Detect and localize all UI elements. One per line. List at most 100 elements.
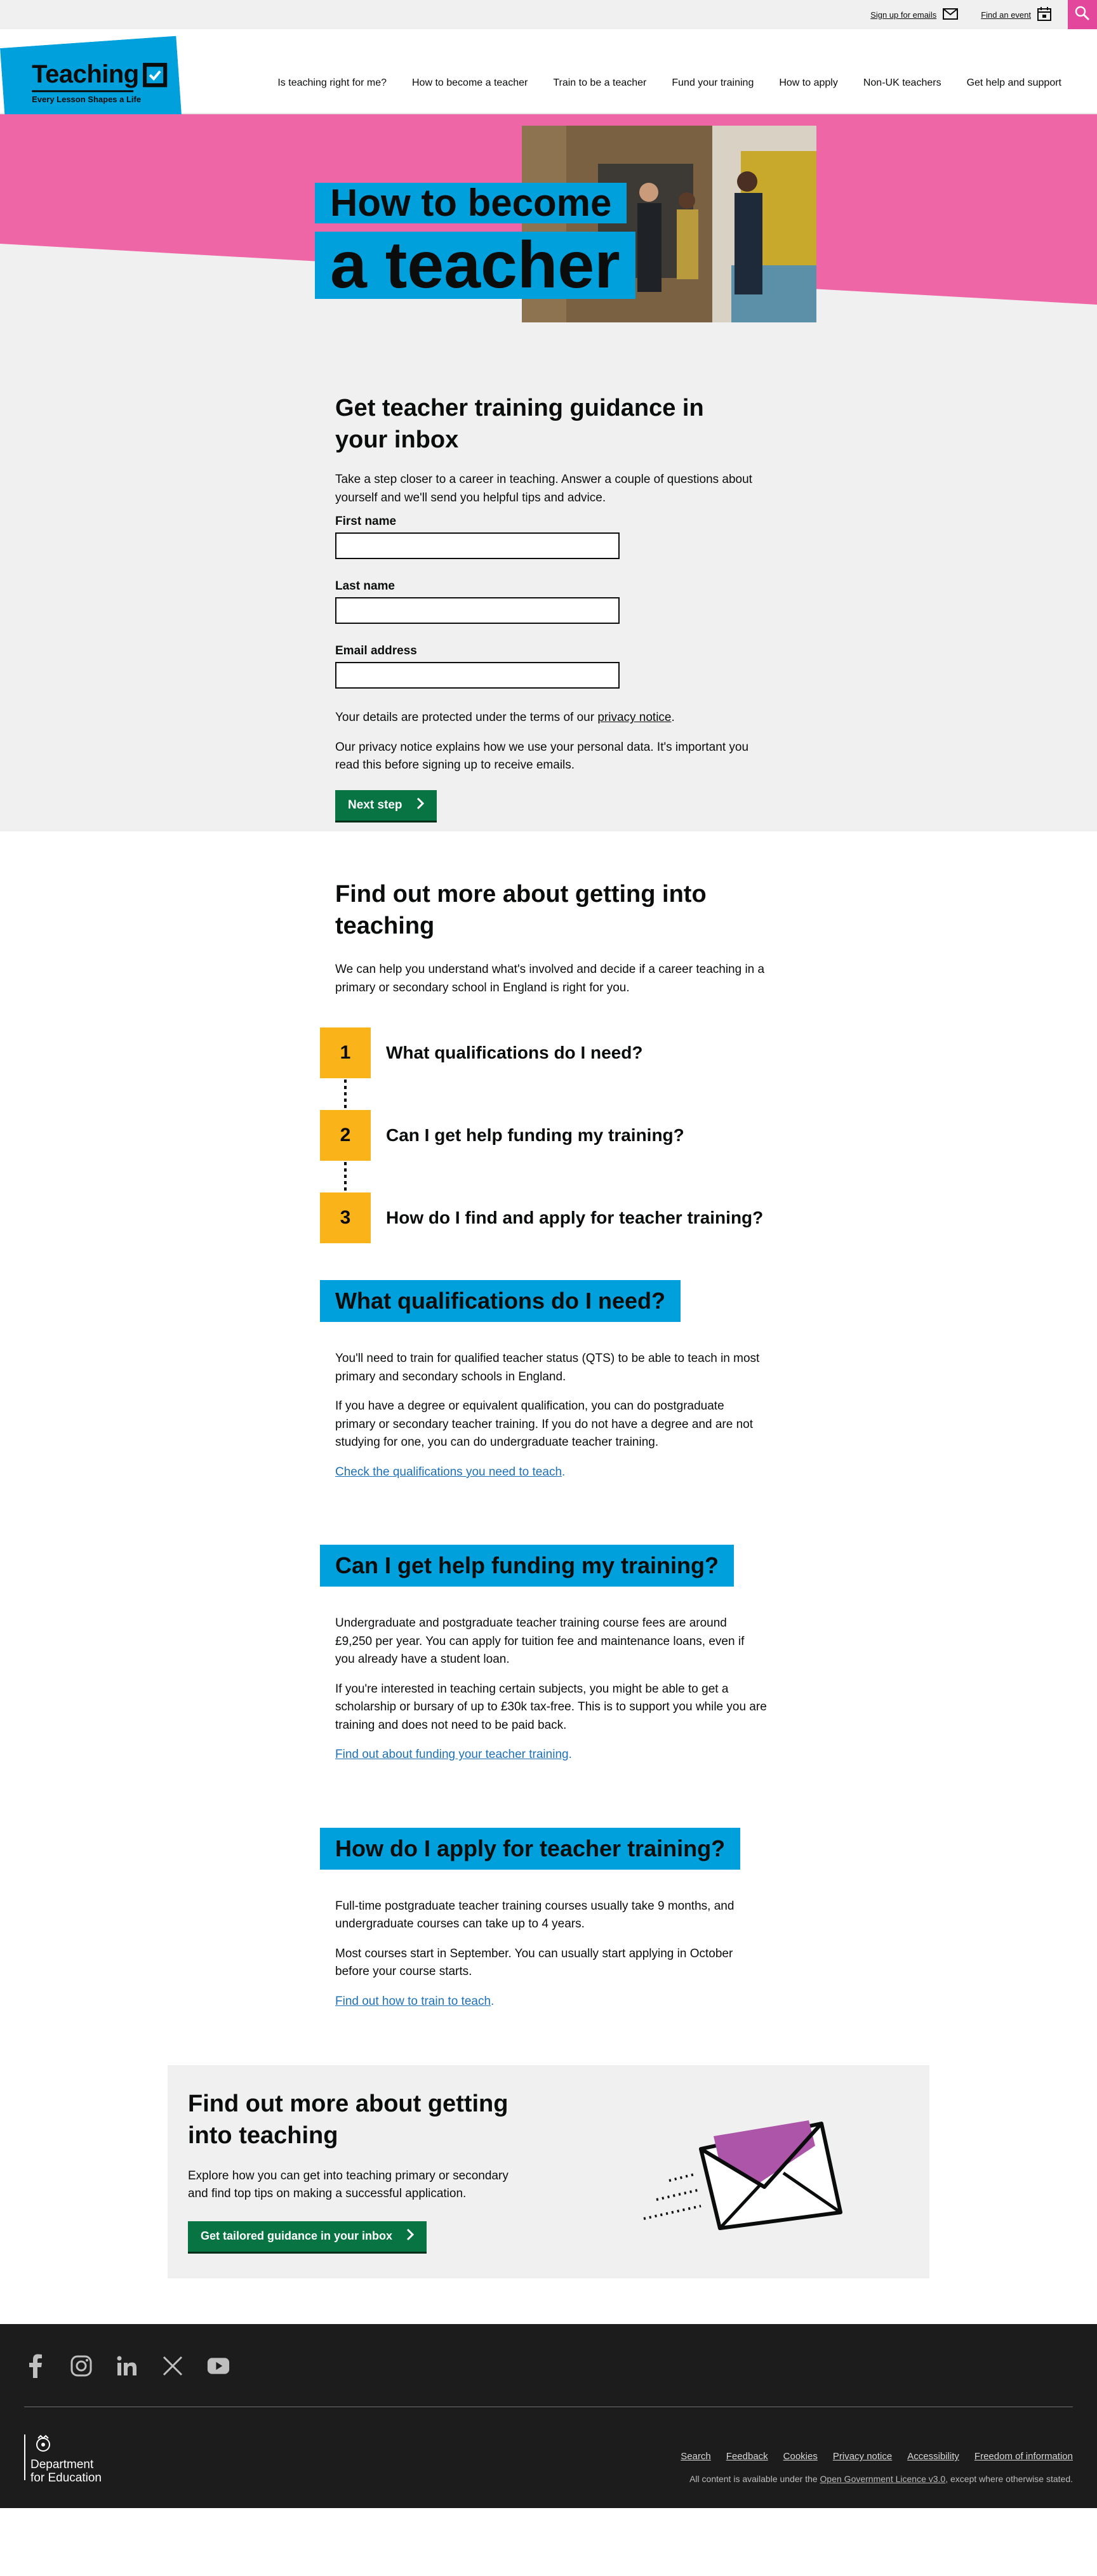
x-icon[interactable]	[161, 2355, 184, 2377]
qualifications-link[interactable]: Check the qualifications you need to tea…	[335, 1465, 562, 1479]
envelope-icon	[943, 8, 959, 22]
chevron-right-icon	[416, 797, 424, 814]
nav-item-help[interactable]: Get help and support	[967, 77, 1061, 89]
step-item[interactable]: 3 How do I find and apply for teacher tr…	[320, 1192, 1097, 1244]
step-number: 2	[320, 1110, 371, 1161]
topic-heading: How do I apply for teacher training?	[320, 1827, 741, 1870]
footer-licence: All content is available under the Open …	[689, 2474, 1073, 2484]
nav-item-non-uk[interactable]: Non-UK teachers	[863, 77, 941, 89]
tailored-guidance-label: Get tailored guidance in your inbox	[201, 2229, 393, 2243]
chevron-right-icon	[406, 2228, 415, 2244]
footer-link-search[interactable]: Search	[681, 2451, 711, 2462]
sign-up-emails-label: Sign up for emails	[870, 10, 937, 20]
step-link[interactable]: How do I find and apply for teacher trai…	[386, 1208, 763, 1228]
topic-paragraph: Undergraduate and postgraduate teacher t…	[335, 1616, 745, 1667]
footer-link-cookies[interactable]: Cookies	[783, 2451, 818, 2462]
logo-tagline: Every Lesson Shapes a Life	[32, 95, 142, 105]
sign-up-emails-link[interactable]: Sign up for emails	[870, 8, 959, 22]
funding-link[interactable]: Find out about funding your teacher trai…	[335, 1748, 569, 1761]
checkmark-icon	[143, 63, 167, 87]
find-out-more-section: Find out more about getting into teachin…	[0, 831, 1097, 2011]
nav-item-fund[interactable]: Fund your training	[672, 77, 754, 89]
privacy-suffix: .	[671, 711, 675, 725]
signup-section: Get teacher training guidance in your in…	[0, 343, 1097, 831]
topic-apply: How do I apply for teacher training? Ful…	[320, 1827, 1097, 2011]
site-header: Sign up for emails Find an event Teachin…	[0, 0, 1097, 114]
email-field[interactable]	[335, 662, 620, 689]
nav-row: Teaching Every Lesson Shapes a Life Is t…	[0, 29, 1097, 114]
footer-link-accessibility[interactable]: Accessibility	[907, 2451, 959, 2462]
step-item[interactable]: 1 What qualifications do I need?	[320, 1027, 1097, 1079]
step-number: 3	[320, 1192, 371, 1244]
topic-paragraph: Full-time postgraduate teacher training …	[335, 1899, 735, 1931]
last-name-field[interactable]	[335, 597, 620, 624]
hero-title-line1: How to become	[315, 183, 627, 223]
footer-link-foi[interactable]: Freedom of information	[974, 2451, 1073, 2462]
topic-paragraph: You'll need to train for qualified teach…	[335, 1352, 760, 1384]
step-connector	[344, 1080, 347, 1112]
dfe-line1: Department	[30, 2458, 94, 2472]
topic-paragraph: Most courses start in September. You can…	[335, 1946, 733, 1979]
first-name-label: First name	[335, 515, 397, 529]
signup-intro: Take a step closer to a career in teachi…	[335, 473, 752, 505]
hero-title-line2: a teacher	[315, 232, 635, 299]
topic-funding: Can I get help funding my training? Unde…	[320, 1545, 1097, 1764]
step-number: 1	[320, 1027, 371, 1079]
dfe-line2: for Education	[30, 2471, 102, 2485]
search-icon	[1075, 6, 1090, 24]
nav-item-is-teaching-right[interactable]: Is teaching right for me?	[277, 77, 387, 89]
flying-envelope-icon	[637, 2098, 847, 2241]
dfe-logo-bar	[24, 2434, 25, 2481]
tailored-guidance-button[interactable]: Get tailored guidance in your inbox	[188, 2221, 427, 2252]
logo-underline	[32, 90, 133, 92]
nav-item-train[interactable]: Train to be a teacher	[553, 77, 646, 89]
utility-bar: Sign up for emails Find an event	[0, 0, 1097, 29]
next-step-button[interactable]: Next step	[335, 789, 437, 821]
hero: How to become a teacher	[0, 114, 1097, 343]
logo-wordmark: Teaching	[32, 60, 139, 89]
email-label: Email address	[335, 644, 417, 658]
dfe-logo[interactable]: Department for Education	[24, 2434, 102, 2485]
licence-prefix: All content is available under the	[689, 2474, 820, 2485]
licence-suffix: , except where otherwise stated.	[945, 2474, 1073, 2485]
linkedin-icon[interactable]	[116, 2355, 138, 2377]
search-button[interactable]	[1068, 0, 1097, 29]
topic-qualifications: What qualifications do I need? You'll ne…	[320, 1280, 1097, 1481]
facebook-icon[interactable]	[24, 2354, 47, 2379]
social-links	[24, 2324, 1073, 2379]
train-to-teach-link[interactable]: Find out how to train to teach	[335, 1995, 491, 2008]
first-name-field[interactable]	[335, 532, 620, 560]
instagram-icon[interactable]	[70, 2355, 93, 2377]
steps-list: 1 What qualifications do I need? 2 Can I…	[320, 1027, 1097, 1244]
nav-item-how-to-become[interactable]: How to become a teacher	[412, 77, 528, 89]
step-link[interactable]: Can I get help funding my training?	[386, 1125, 684, 1146]
cta-text: Explore how you can get into teaching pr…	[188, 2169, 509, 2201]
find-out-intro: We can help you understand what's involv…	[335, 963, 765, 994]
site-footer: Department for Education Search Feedback…	[0, 2324, 1097, 2509]
footer-link-feedback[interactable]: Feedback	[726, 2451, 768, 2462]
footer-links: Search Feedback Cookies Privacy notice A…	[681, 2451, 1073, 2462]
find-out-heading: Find out more about getting into teachin…	[335, 881, 707, 940]
signup-heading: Get teacher training guidance in your in…	[335, 395, 704, 454]
privacy-notice-link[interactable]: privacy notice	[597, 711, 671, 724]
footer-link-privacy[interactable]: Privacy notice	[833, 2451, 892, 2462]
privacy-statement: Your details are protected under the ter…	[335, 709, 767, 727]
topic-paragraph: If you have a degree or equivalent quali…	[335, 1399, 754, 1450]
ogl-link[interactable]: Open Government Licence v3.0	[820, 2474, 946, 2484]
cta-card: Find out more about getting into teachin…	[168, 2065, 929, 2279]
nav-item-how-to-apply[interactable]: How to apply	[779, 77, 838, 89]
calendar-icon	[1037, 6, 1051, 23]
youtube-icon[interactable]	[207, 2355, 230, 2377]
find-event-link[interactable]: Find an event	[981, 6, 1051, 23]
step-item[interactable]: 2 Can I get help funding my training?	[320, 1110, 1097, 1161]
next-step-label: Next step	[348, 798, 402, 812]
main-nav: Is teaching right for me? How to become …	[277, 77, 1061, 89]
topic-heading: What qualifications do I need?	[320, 1280, 681, 1323]
topic-paragraph: If you're interested in teaching certain…	[335, 1682, 767, 1732]
find-event-label: Find an event	[981, 10, 1031, 20]
step-link[interactable]: What qualifications do I need?	[386, 1043, 642, 1063]
step-connector	[344, 1162, 347, 1194]
crest-icon	[33, 2434, 53, 2457]
topic-heading: Can I get help funding my training?	[320, 1545, 734, 1587]
cta-heading: Find out more about getting into teachin…	[188, 2091, 509, 2150]
